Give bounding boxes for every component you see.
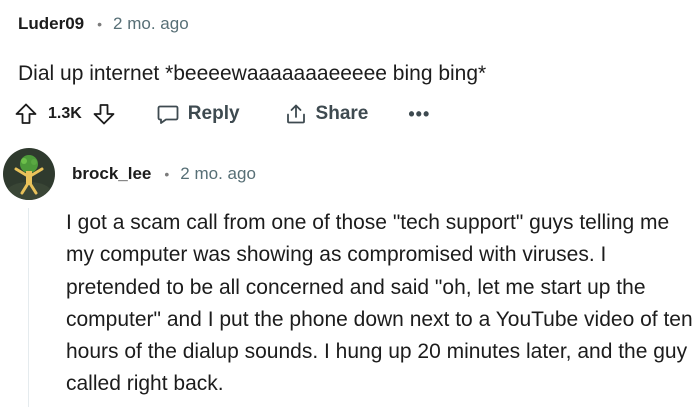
more-options-button[interactable]: ••• <box>408 104 430 125</box>
upvote-icon[interactable] <box>14 102 38 126</box>
vote-score: 1.3K <box>48 105 82 122</box>
comment1-body: Dial up internet *beeeewaaaaaaaeeeee bin… <box>18 62 487 85</box>
comment1-timestamp[interactable]: 2 mo. ago <box>113 14 189 34</box>
comment2-header: brock_lee • 2 mo. ago <box>72 160 256 188</box>
comment1-header: Luder09 • 2 mo. ago <box>18 10 189 38</box>
comment1-author[interactable]: Luder09 <box>18 14 84 34</box>
comment2-body: I got a scam call from one of those "tec… <box>66 211 693 396</box>
comment-icon <box>156 102 180 126</box>
thread-line[interactable] <box>28 208 29 407</box>
reply-button[interactable]: Reply <box>156 102 240 126</box>
comment1-actions: 1.3K Reply Share ••• <box>14 96 430 132</box>
share-icon <box>284 102 308 126</box>
share-label: Share <box>315 103 369 124</box>
downvote-icon[interactable] <box>92 102 116 126</box>
reply-label: Reply <box>187 103 240 124</box>
comment2-author[interactable]: brock_lee <box>72 164 151 184</box>
share-button[interactable]: Share <box>284 102 369 126</box>
avatar[interactable] <box>3 148 55 200</box>
comment2-timestamp[interactable]: 2 mo. ago <box>180 164 256 184</box>
comment2-separator: • <box>164 166 170 182</box>
comment1-separator: • <box>97 16 103 32</box>
more-icon: ••• <box>408 103 431 124</box>
